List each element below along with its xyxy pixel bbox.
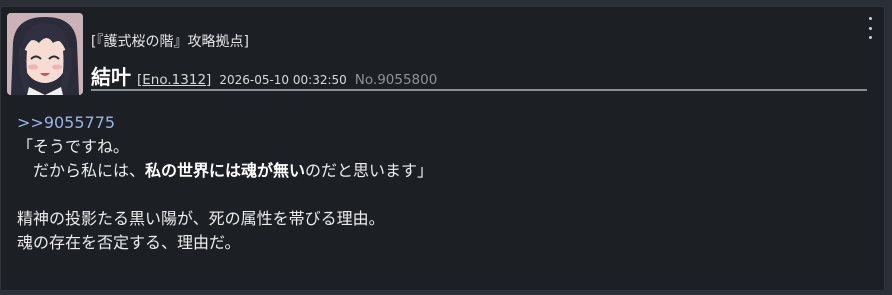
body-text: のだと思います」	[305, 161, 434, 180]
body-line: 精神の投影たる黒い陽が、死の属性を帯びる理由。	[17, 209, 385, 228]
eno-bracket-close: ]	[206, 72, 212, 88]
character-name[interactable]: 結叶	[91, 61, 131, 90]
menu-dot	[868, 36, 872, 39]
post-timestamp: 2026-05-10 00:32:50	[219, 73, 347, 87]
eno-label: [Eno.1312]	[137, 72, 211, 88]
menu-dot	[868, 17, 872, 20]
menu-dot	[868, 26, 872, 30]
emphasis-text: 私の世界には魂が無い	[145, 161, 306, 180]
avatar-portrait-icon	[7, 13, 83, 95]
reply-line: >>9055775	[17, 111, 867, 135]
post-number[interactable]: No.9055800	[355, 72, 438, 88]
body-line: 「そうですね。	[17, 137, 130, 156]
post-header: [『護式桜の階』攻略拠点] 結叶 [Eno.1312] 2026-05-10 0…	[91, 31, 867, 91]
eno-link[interactable]: Eno.1312	[142, 72, 206, 88]
reply-reference-link[interactable]: >>9055775	[17, 111, 115, 135]
character-avatar[interactable]	[7, 13, 83, 95]
group-link[interactable]: [『護式桜の階』攻略拠点]	[91, 31, 249, 51]
post-body: >>9055775 「そうですね。 だから私には、私の世界には魂が無いのだと思いま…	[17, 111, 867, 255]
body-line: 魂の存在を否定する、理由だ。	[17, 233, 241, 252]
author-line: 結叶 [Eno.1312] 2026-05-10 00:32:50 No.905…	[91, 61, 867, 91]
body-text: だから私には、	[17, 161, 146, 180]
post-card: [『護式桜の階』攻略拠点] 結叶 [Eno.1312] 2026-05-10 0…	[0, 6, 885, 291]
body-line: だから私には、私の世界には魂が無いのだと思います」	[17, 159, 867, 183]
